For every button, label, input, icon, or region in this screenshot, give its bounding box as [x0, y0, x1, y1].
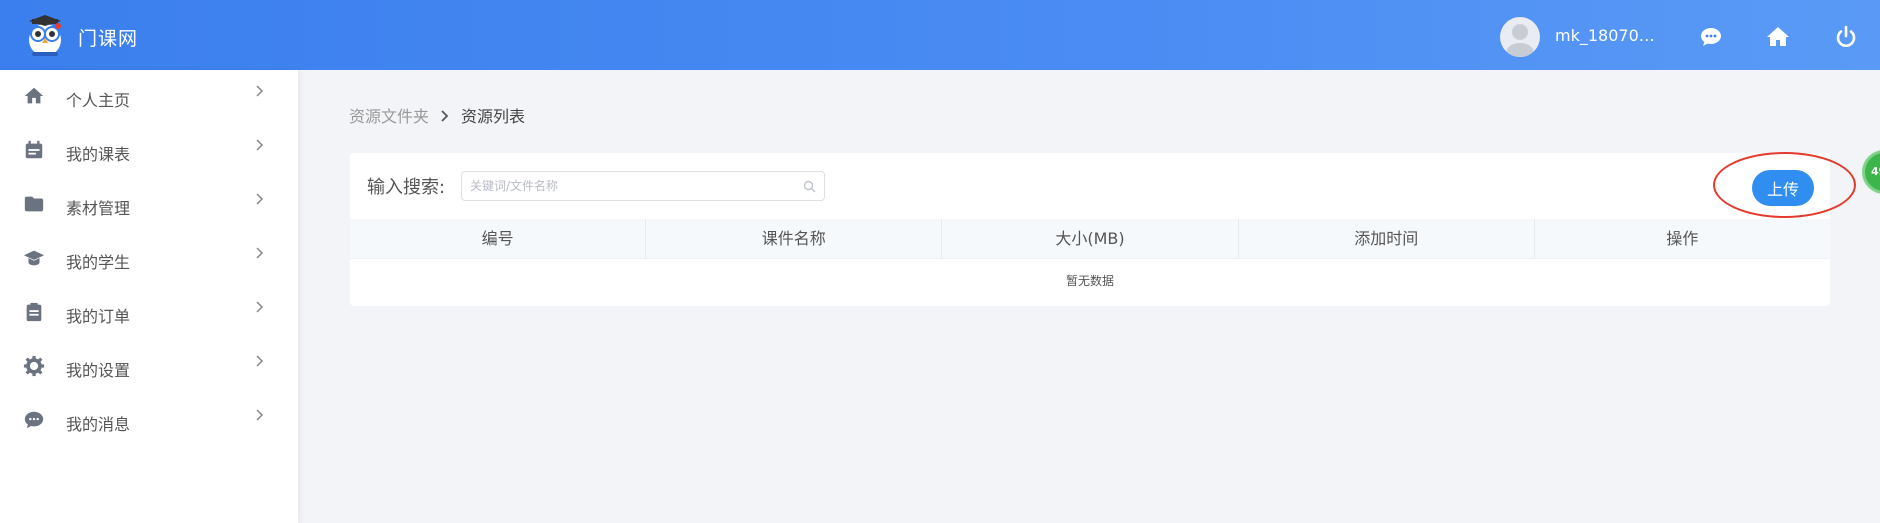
sidebar-item-label: 我的课表 — [66, 145, 131, 164]
gear-icon — [23, 355, 45, 377]
power-icon[interactable] — [1834, 25, 1858, 49]
sidebar-item-schedule[interactable]: 我的课表 — [0, 124, 298, 178]
chevron-right-icon — [256, 301, 264, 313]
home-icon — [24, 87, 44, 104]
home-icon[interactable] — [1766, 25, 1790, 49]
chevron-right-icon — [256, 355, 264, 367]
sidebar-item-orders[interactable]: 我的订单 — [0, 286, 298, 340]
chevron-right-icon — [256, 247, 264, 259]
breadcrumb-parent[interactable]: 资源文件夹 — [349, 107, 429, 126]
breadcrumb: 资源文件夹 资源列表 — [349, 103, 525, 127]
sidebar-item-label: 我的订单 — [66, 307, 131, 326]
upload-button[interactable]: 上传 — [1752, 170, 1814, 206]
chevron-right-icon — [256, 85, 264, 97]
brand-name[interactable]: 门课网 — [78, 24, 138, 51]
graduation-cap-icon — [23, 250, 45, 266]
folder-icon — [24, 196, 44, 212]
sidebar-item-home[interactable]: 个人主页 — [0, 70, 298, 124]
sidebar-item-label: 我的设置 — [66, 361, 131, 380]
chevron-right-icon — [441, 110, 449, 122]
breadcrumb-current: 资源列表 — [461, 107, 526, 126]
sidebar-item-settings[interactable]: 我的设置 — [0, 340, 298, 394]
sidebar-item-students[interactable]: 我的学生 — [0, 232, 298, 286]
search-label: 输入搜索: — [367, 177, 446, 198]
username[interactable]: mk_18070… — [1555, 26, 1655, 45]
sidebar-item-label: 个人主页 — [66, 91, 131, 110]
floating-badge[interactable]: 49 — [1862, 150, 1880, 194]
search-icon[interactable] — [803, 180, 816, 193]
search-box[interactable] — [461, 171, 825, 201]
clipboard-icon — [26, 302, 42, 322]
column-header-actions: 操作 — [1666, 229, 1699, 248]
avatar[interactable] — [1500, 17, 1540, 57]
column-header-id: 编号 — [350, 219, 647, 258]
sidebar-item-label: 我的学生 — [66, 253, 131, 272]
column-header-name: 课件名称 — [646, 219, 943, 258]
search-input[interactable] — [470, 176, 790, 196]
chevron-right-icon — [256, 139, 264, 151]
sidebar-item-label: 素材管理 — [66, 199, 131, 218]
sidebar: 个人主页 我的课表 素材管理 我的学生 我的订单 我的设置 我的消息 — [0, 70, 298, 523]
sidebar-item-label: 我的消息 — [66, 415, 131, 434]
chevron-right-icon — [256, 193, 264, 205]
owl-logo-icon[interactable] — [22, 14, 68, 58]
column-header-added-time: 添加时间 — [1239, 219, 1535, 258]
empty-state-text: 暂无数据 — [1065, 274, 1114, 288]
chat-icon[interactable] — [1699, 25, 1723, 49]
column-header-size: 大小(MB) — [942, 219, 1239, 258]
chevron-right-icon — [256, 409, 264, 421]
calendar-icon — [25, 140, 43, 159]
sidebar-item-materials[interactable]: 素材管理 — [0, 178, 298, 232]
sidebar-item-messages[interactable]: 我的消息 — [0, 394, 298, 448]
message-icon — [24, 411, 44, 429]
top-header: 门课网 mk_18070… — [0, 0, 1880, 70]
table-header: 编号 课件名称 大小(MB) 添加时间 操作 — [350, 219, 1830, 259]
